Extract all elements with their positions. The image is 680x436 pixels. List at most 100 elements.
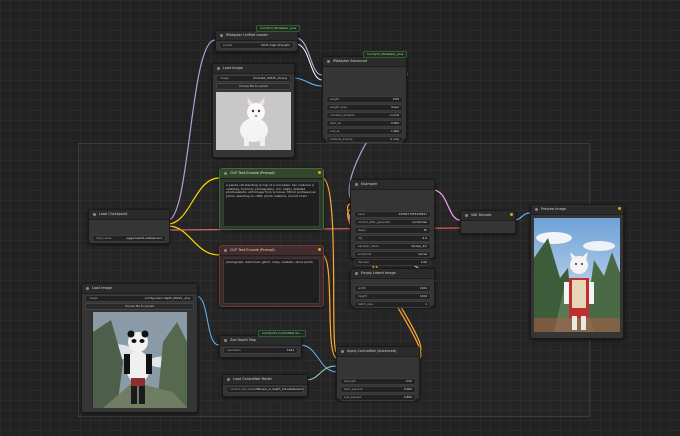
widget-value: karras xyxy=(418,251,427,256)
widget-label: steps xyxy=(358,227,366,232)
sampler-name-select[interactable]: sampler_name dpmpp_2m xyxy=(354,243,431,250)
node-ipadapter-advanced[interactable]: ComfyUI_IPAdapter_plus IPAdapter Advance… xyxy=(322,51,408,143)
widget-label: combine_embeds xyxy=(330,112,355,117)
node-load-image-top[interactable]: Load Image image PortraitA_09345_10.png c… xyxy=(212,63,295,158)
widget-value: dpmpp_2m xyxy=(411,243,427,248)
node-ipadapter-unified-loader[interactable]: ComfyUI_IPAdapter_plus IPAdapter Unified… xyxy=(215,25,301,52)
collapse-dot-icon[interactable] xyxy=(355,272,358,275)
ckpt-name-select[interactable]: ckpt_name juggernautXL.safetensors xyxy=(92,235,166,242)
node-badge: ComfyUI_IPAdapter_plus xyxy=(256,25,301,32)
wire-ipa-model xyxy=(295,37,323,76)
node-title: Load Image xyxy=(223,65,243,70)
widget-value: V only xyxy=(390,136,399,141)
end-at-input[interactable]: end_at 1.000 xyxy=(326,128,403,135)
node-title: Preview Image xyxy=(541,206,566,211)
collapse-dot-icon[interactable] xyxy=(327,60,330,63)
node-clip-text-encode-negative[interactable]: CLIP Text Encode (Prompt) photograph, de… xyxy=(219,245,324,307)
batch-size-input[interactable]: batch_size 1 xyxy=(354,301,431,308)
node-apply-controlnet-advanced[interactable]: Apply ControlNet (Advanced) strength 0.50… xyxy=(336,346,420,401)
node-empty-latent-image[interactable]: Empty Latent Image width 1024 height 1024 … xyxy=(350,268,435,308)
cfg-input[interactable]: cfg 6.0 xyxy=(354,235,431,242)
embeds-scaling-select[interactable]: embeds_scaling V only xyxy=(326,136,403,143)
widget-value: 0.800 xyxy=(403,394,412,399)
image-select[interactable]: image comfyui-zero-depth_00021_.png xyxy=(85,295,194,302)
widget-label: weight_type xyxy=(330,104,348,109)
node-title: KSampler xyxy=(361,181,378,186)
node-clip-text-encode-positive[interactable]: CLIP Text Encode (Prompt) a panda cat st… xyxy=(219,168,324,230)
positive-prompt-textarea[interactable]: a panda cat standing on top of a mountai… xyxy=(223,181,320,227)
control-net-name-select[interactable]: control_net_name diffusers_xl_depth_full.… xyxy=(226,386,304,393)
widget-label: ckpt_name xyxy=(96,235,112,240)
strength-input[interactable]: strength 0.50 xyxy=(340,378,416,385)
widget-label: control_net_name xyxy=(230,386,256,391)
status-dot-icon xyxy=(510,213,513,216)
node-title: IPAdapter Advanced xyxy=(333,58,368,63)
node-zoe-depth-map[interactable]: ComfyUI's ControlNet Au... Zoe Depth Map… xyxy=(219,330,306,358)
widget-value: 0.000 xyxy=(403,386,412,391)
node-load-image-bottom[interactable]: Load Image image comfyui-zero-depth_00021… xyxy=(81,283,198,413)
collapse-dot-icon[interactable] xyxy=(355,183,358,186)
width-input[interactable]: width 1024 xyxy=(354,285,431,292)
collapse-dot-icon[interactable] xyxy=(227,378,230,381)
upload-button[interactable]: choose file to upload xyxy=(216,83,291,90)
denoise-input[interactable]: denoise 1.00 xyxy=(354,259,431,266)
node-ksampler[interactable]: KSampler seed 1058477553458931 control_af… xyxy=(350,179,435,266)
control-after-generate-select[interactable]: control_after_generate randomize xyxy=(354,219,431,226)
node-title: Load Checkpoint xyxy=(99,211,128,216)
widget-value: PortraitA_09345_10.png xyxy=(253,75,287,80)
end-percent-input[interactable]: end_percent 0.800 xyxy=(340,394,416,401)
widget-label: end_percent xyxy=(344,394,362,399)
widget-value: 1.000 xyxy=(390,128,399,133)
collapse-dot-icon[interactable] xyxy=(535,208,538,211)
widget-label: start_at xyxy=(330,120,341,125)
widget-value: 0.50 xyxy=(405,378,412,383)
widget-value: 1024 xyxy=(286,347,294,352)
start-at-input[interactable]: start_at 0.000 xyxy=(326,120,403,127)
collapse-dot-icon[interactable] xyxy=(224,339,227,342)
widget-value: 0.85 xyxy=(392,96,399,101)
steps-input[interactable]: steps 30 xyxy=(354,227,431,234)
collapse-dot-icon[interactable] xyxy=(93,213,96,216)
node-load-controlnet-model[interactable]: Load ControlNet Model control_net_name di… xyxy=(222,374,308,397)
node-title: Load ControlNet Model xyxy=(233,376,272,381)
preview-output-image xyxy=(534,218,620,332)
preset-select[interactable]: preset PLUS (high strength) xyxy=(219,42,294,49)
widget-label: sampler_name xyxy=(358,243,379,248)
resolution-input[interactable]: resolution 1024 xyxy=(223,347,298,354)
node-title: CLIP Text Encode (Prompt) xyxy=(230,247,275,252)
widget-label: seed xyxy=(358,211,365,216)
negative-prompt-textarea[interactable]: photograph, deformed, glitch, noisy, rea… xyxy=(223,258,320,304)
collapse-dot-icon[interactable] xyxy=(86,287,89,290)
weight-type-select[interactable]: weight_type linear xyxy=(326,104,403,111)
scheduler-select[interactable]: scheduler karras xyxy=(354,251,431,258)
upload-button[interactable]: choose file to upload xyxy=(85,303,194,310)
collapse-dot-icon[interactable] xyxy=(224,249,227,252)
status-dot-icon xyxy=(318,248,321,251)
collapse-dot-icon[interactable] xyxy=(341,350,344,353)
seed-input[interactable]: seed 1058477553458931 xyxy=(354,211,431,218)
node-vae-decode[interactable]: VAE Decode xyxy=(460,210,516,234)
widget-label: end_at xyxy=(330,128,340,133)
start-percent-input[interactable]: start_percent 0.000 xyxy=(340,386,416,393)
widget-label: image xyxy=(220,75,229,80)
node-graph-canvas[interactable]: ComfyUI_IPAdapter_plus IPAdapter Unified… xyxy=(0,0,680,436)
image-select[interactable]: image PortraitA_09345_10.png xyxy=(216,75,291,82)
collapse-dot-icon[interactable] xyxy=(217,67,220,70)
widget-value: 0.000 xyxy=(390,120,399,125)
widget-label: scheduler xyxy=(358,251,372,256)
collapse-dot-icon[interactable] xyxy=(465,214,468,217)
node-load-checkpoint[interactable]: Load Checkpoint ckpt_name juggernautXL.sa… xyxy=(88,209,170,244)
node-badge: ComfyUI_IPAdapter_plus xyxy=(363,51,408,58)
height-input[interactable]: height 1024 xyxy=(354,293,431,300)
weight-input[interactable]: weight 0.85 xyxy=(326,96,403,103)
collapse-dot-icon[interactable] xyxy=(224,172,227,175)
collapse-dot-icon[interactable] xyxy=(220,34,223,37)
widget-value: 6.0 xyxy=(422,235,427,240)
widget-value: concat xyxy=(389,112,399,117)
node-title: Empty Latent Image xyxy=(361,270,396,275)
widget-label: control_after_generate xyxy=(358,219,390,224)
widget-label: width xyxy=(358,285,366,290)
combine-embeds-select[interactable]: combine_embeds concat xyxy=(326,112,403,119)
node-preview-image[interactable]: Preview Image xyxy=(530,204,624,339)
node-title: VAE Decode xyxy=(471,212,492,217)
